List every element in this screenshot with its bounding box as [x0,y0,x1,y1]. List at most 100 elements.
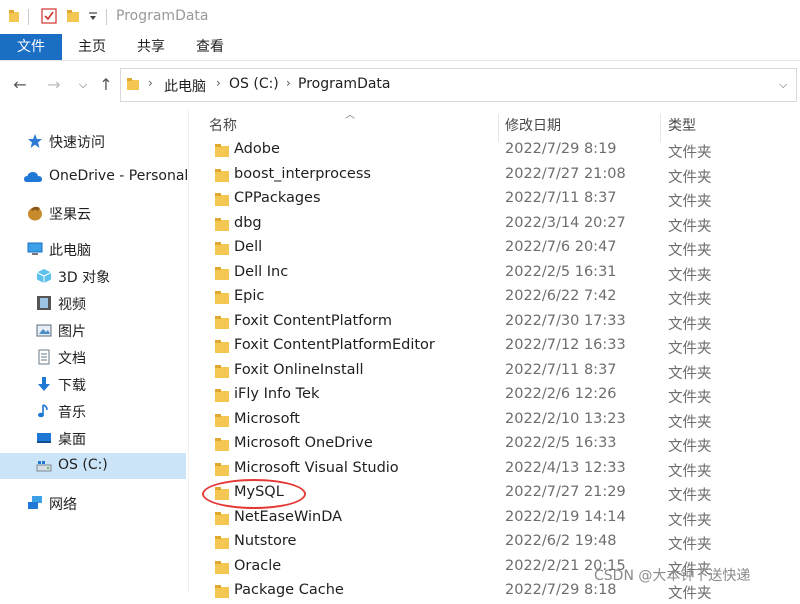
breadcrumb-this-pc[interactable]: 此电脑 [164,76,206,96]
file-name: Package Cache [234,582,344,598]
file-row[interactable]: Foxit ContentPlatform 2022/7/30 17:33 文件夹 [190,311,800,335]
file-modified-date: 2022/2/19 14:14 [505,508,626,525]
sidebar-item-network[interactable]: 网络 [0,490,186,516]
column-divider[interactable] [660,114,661,142]
address-input[interactable]: › 此电脑 › OS (C:) › ProgramData ⌵ [120,68,797,102]
file-name: Adobe [234,141,280,157]
sidebar-item-label: 坚果云 [49,207,91,223]
sidebar-item-3d-objects[interactable]: 3D 对象 [0,263,186,289]
sidebar-item-label: OneDrive - Personal [49,168,189,184]
file-row[interactable]: Nutstore 2022/6/2 19:48 文件夹 [190,531,800,555]
navigation-pane: 快速访问 OneDrive - Personal 坚果云 此电脑 3D 对象 视… [0,110,188,592]
nut-icon [28,206,42,221]
folder-icon [215,364,229,378]
breadcrumb-programdata[interactable]: ProgramData [298,76,391,92]
column-divider[interactable] [498,114,499,142]
file-name: Microsoft Visual Studio [234,459,399,476]
file-type: 文件夹 [668,145,712,161]
file-modified-date: 2022/6/22 7:42 [505,288,617,304]
file-list: ︿ 名称 修改日期 类型 Adobe 2022/7/29 8:19 文件夹 boost… [190,106,800,602]
folder-icon [215,536,229,549]
recent-locations-chevron-icon[interactable]: ⌵ [73,75,93,95]
file-type: 文件夹 [668,194,712,210]
file-modified-date: 2022/7/6 20:47 [505,239,617,255]
file-modified-date: 2022/3/14 20:27 [505,214,626,231]
new-folder-icon[interactable] [66,9,80,23]
chevron-right-icon[interactable]: › [286,76,291,90]
file-name: boost_interprocess [234,165,371,182]
sidebar-item-label: OS (C:) [58,457,108,473]
file-type: 文件夹 [668,537,712,553]
up-arrow-icon[interactable]: ↑ [96,75,116,95]
file-row[interactable]: Microsoft Visual Studio 2022/4/13 12:33 文件… [190,458,800,482]
folder-icon [127,78,139,90]
sidebar-item-documents[interactable]: 文档 [0,344,186,370]
sidebar-item-os-c[interactable]: OS (C:) [0,453,186,479]
file-row[interactable]: Microsoft 2022/2/10 13:23 文件夹 [190,409,800,433]
file-type: 文件夹 [668,390,712,406]
file-modified-date: 2022/2/10 13:23 [505,410,626,427]
picture-icon [36,324,52,337]
tab-share[interactable]: 共享 [126,34,176,60]
file-row[interactable]: Dell 2022/7/6 20:47 文件夹 [190,237,800,261]
folder-icon [215,438,229,451]
breadcrumb-os-c[interactable]: OS (C:) [229,76,279,92]
file-row[interactable]: iFly Info Tek 2022/2/6 12:26 文件夹 [190,384,800,408]
file-row[interactable]: Dell Inc 2022/2/5 16:31 文件夹 [190,262,800,286]
column-header-type[interactable]: 类型 [668,114,696,138]
file-modified-date: 2022/7/12 16:33 [505,337,626,353]
sidebar-item-pictures[interactable]: 图片 [0,317,186,343]
file-type: 文件夹 [668,267,712,284]
file-type: 文件夹 [668,463,712,480]
sidebar-item-label: 快速访问 [49,135,105,151]
pane-divider[interactable] [188,110,189,592]
sidebar-item-label: 图片 [58,324,86,340]
sidebar-item-desktop[interactable]: 桌面 [0,425,186,451]
folder-icon [215,462,229,476]
file-type: 文件夹 [668,439,712,455]
sidebar-item-label: 3D 对象 [58,270,111,286]
file-row[interactable]: dbg 2022/3/14 20:27 文件夹 [190,213,800,237]
file-row[interactable]: Microsoft OneDrive 2022/2/5 16:33 文件夹 [190,433,800,457]
file-modified-date: 2022/2/6 12:26 [505,386,617,402]
sidebar-item-music[interactable]: 音乐 [0,398,186,424]
file-name: Foxit ContentPlatformEditor [234,337,435,353]
folder-icon [215,560,229,574]
sidebar-item-videos[interactable]: 视频 [0,290,186,316]
file-type: 文件夹 [668,414,712,431]
file-row[interactable]: Adobe 2022/7/29 8:19 文件夹 [190,139,800,163]
tab-home[interactable]: 主页 [67,34,117,60]
chevron-right-icon[interactable]: › [216,76,221,90]
file-type: 文件夹 [668,292,712,308]
sidebar-item-downloads[interactable]: 下载 [0,371,186,397]
file-row[interactable]: CPPackages 2022/7/11 8:37 文件夹 [190,188,800,212]
network-icon [28,496,42,509]
folder-icon [215,340,229,353]
file-row[interactable]: Epic 2022/6/22 7:42 文件夹 [190,286,800,310]
chevron-right-icon[interactable]: › [148,76,153,90]
sidebar-item-quick-access[interactable]: 快速访问 [0,128,186,154]
column-header-name[interactable]: 名称 [209,114,237,138]
tab-file[interactable]: 文件 [0,34,62,60]
file-row[interactable]: Foxit OnlineInstall 2022/7/11 8:37 文件夹 [190,360,800,384]
file-row[interactable]: boost_interprocess 2022/7/27 21:08 文件夹 [190,164,800,188]
properties-check-icon[interactable] [41,8,57,24]
sidebar-item-label: 桌面 [58,432,86,448]
sidebar-item-label: 文档 [58,351,86,367]
address-dropdown-chevron-icon[interactable]: ⌵ [779,78,787,92]
file-name: Oracle [234,557,282,574]
tab-view[interactable]: 查看 [185,34,235,60]
forward-arrow-icon[interactable]: → [44,75,64,95]
back-arrow-icon[interactable]: ← [10,75,30,95]
file-row[interactable]: NetEaseWinDA 2022/2/19 14:14 文件夹 [190,507,800,531]
folder-icon [215,193,229,206]
sidebar-item-jianguoyun[interactable]: 坚果云 [0,200,186,226]
customize-toolbar-icon[interactable] [88,12,98,22]
sidebar-item-onedrive[interactable]: OneDrive - Personal [0,164,189,190]
column-header-date[interactable]: 修改日期 [505,114,561,138]
sidebar-item-this-pc[interactable]: 此电脑 [0,236,186,262]
ribbon-tabs: 文件 主页 共享 查看 [0,34,800,61]
file-row[interactable]: Foxit ContentPlatformEditor 2022/7/12 16:… [190,335,800,359]
file-modified-date: 2022/7/27 21:08 [505,165,626,182]
file-name: iFly Info Tek [234,386,320,402]
